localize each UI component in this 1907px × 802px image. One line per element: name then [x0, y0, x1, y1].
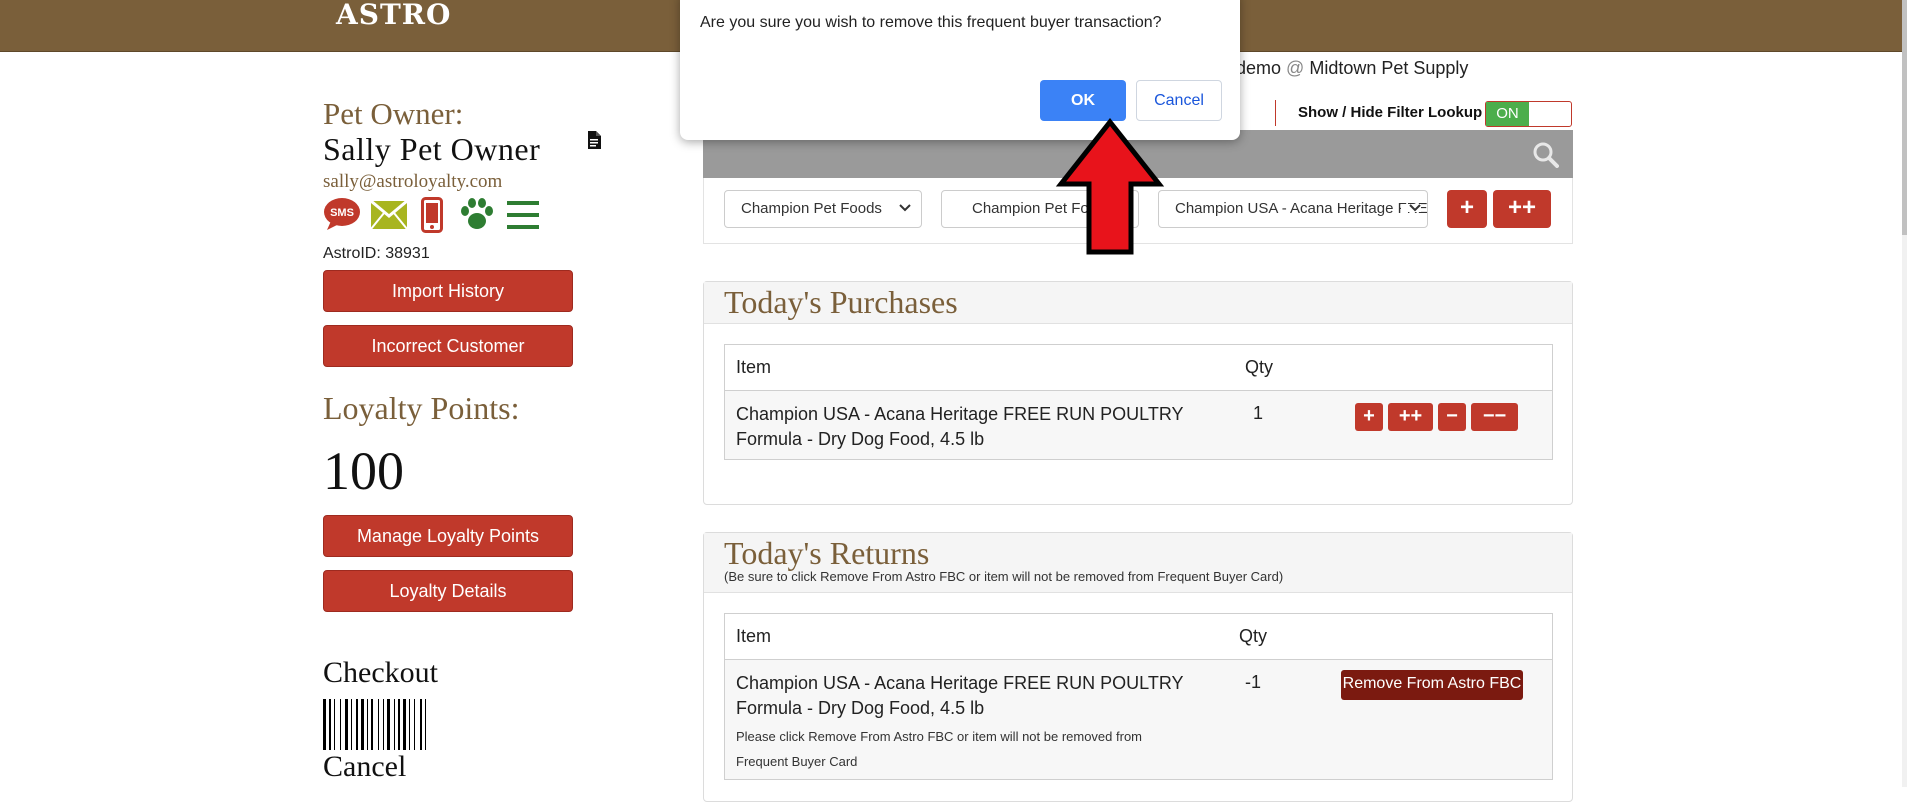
session-user: demo	[1236, 58, 1282, 78]
astro-logo[interactable]: ASTRO	[336, 0, 451, 31]
customer-name: Sally Pet Owner	[323, 131, 541, 167]
add-one-button[interactable]: +	[1447, 190, 1487, 228]
purchases-card-header: Today's Purchases	[704, 282, 1572, 324]
incorrect-customer-button[interactable]: Incorrect Customer	[323, 325, 573, 367]
purchases-title: Today's Purchases	[724, 284, 958, 320]
dialog-cancel-button[interactable]: Cancel	[1136, 80, 1222, 121]
filter-toggle-row: Show / Hide Filter Lookup ON	[1236, 100, 1572, 128]
document-icon[interactable]	[587, 131, 601, 149]
filter-toggle-label: Show / Hide Filter Lookup	[1298, 104, 1483, 121]
returns-col-qty: Qty	[1239, 626, 1268, 646]
purchases-card: Today's Purchases Item Qty Champion USA …	[703, 281, 1573, 505]
decrement-button[interactable]: −	[1438, 403, 1466, 431]
purchases-table: Item Qty Champion USA - Acana Heritage F…	[724, 344, 1553, 460]
returns-col-item: Item	[736, 626, 772, 646]
cancel-checkout-link[interactable]: Cancel	[323, 750, 406, 784]
filter-input[interactable]	[1236, 100, 1276, 126]
contact-icons: SMS	[323, 197, 553, 235]
purchase-item-name: Champion USA - Acana Heritage FREE RUN P…	[736, 404, 1184, 449]
product-select[interactable]: Champion USA - Acana Heritage FREE RUN P…	[1158, 190, 1428, 228]
mobile-phone-icon[interactable]	[421, 197, 443, 238]
paw-icon[interactable]	[459, 197, 495, 236]
annotation-arrow-icon	[1055, 118, 1165, 255]
dialog-ok-button[interactable]: OK	[1040, 80, 1126, 121]
astro-id: AstroID: 38931	[323, 245, 430, 262]
return-item-name: Champion USA - Acana Heritage FREE RUN P…	[736, 673, 1184, 718]
add-many-button[interactable]: ++	[1493, 190, 1551, 228]
manage-loyalty-points-button[interactable]: Manage Loyalty Points	[323, 515, 573, 557]
decrement-many-button[interactable]: −−	[1471, 403, 1518, 431]
customer-email[interactable]: sally@astroloyalty.com	[323, 171, 502, 193]
table-row: Champion USA - Acana Heritage FREE RUN P…	[725, 660, 1552, 779]
session-info: demo @ Midtown Pet Supply	[1236, 58, 1468, 79]
loyalty-points-heading: Loyalty Points:	[323, 390, 520, 426]
return-item-qty: -1	[1245, 672, 1262, 692]
purchase-item-qty: 1	[1253, 403, 1264, 423]
table-row: Champion USA - Acana Heritage FREE RUN P…	[725, 391, 1552, 459]
product-select-value: Champion USA - Acana Heritage FREE RUN P…	[1175, 200, 1428, 217]
scrollbar-thumb[interactable]	[1902, 0, 1907, 235]
return-item-note: Please click Remove From Astro FBC or it…	[736, 729, 1143, 769]
checkout-heading[interactable]: Checkout	[323, 656, 438, 690]
barcode-icon[interactable]	[323, 699, 521, 750]
sms-icon[interactable]: SMS	[323, 197, 361, 236]
chevron-down-icon	[1401, 204, 1421, 212]
email-icon[interactable]	[370, 199, 408, 234]
increment-many-button[interactable]: ++	[1388, 403, 1433, 431]
remove-from-astro-fbc-button[interactable]: Remove From Astro FBC	[1341, 670, 1523, 700]
pet-owner-heading: Pet Owner:	[323, 96, 464, 131]
returns-card-header: Today's Returns (Be sure to click Remove…	[704, 533, 1572, 593]
purchases-col-qty: Qty	[1245, 357, 1274, 377]
confirm-dialog-message: Are you sure you wish to remove this fre…	[700, 14, 1162, 31]
loyalty-points-value: 100	[323, 441, 404, 501]
filter-toggle[interactable]: ON	[1485, 101, 1572, 127]
brand-select-value: Champion Pet Foods	[741, 200, 882, 217]
import-history-button[interactable]: Import History	[323, 270, 573, 312]
filter-toggle-state: ON	[1486, 102, 1529, 126]
returns-title: Today's Returns	[724, 535, 930, 571]
session-store: Midtown Pet Supply	[1309, 58, 1469, 78]
loyalty-details-button[interactable]: Loyalty Details	[323, 570, 573, 612]
menu-icon[interactable]	[507, 200, 539, 235]
increment-button[interactable]: +	[1355, 403, 1383, 431]
returns-table-header: Item Qty	[725, 614, 1552, 660]
returns-card: Today's Returns (Be sure to click Remove…	[703, 532, 1573, 802]
purchases-table-header: Item Qty	[725, 345, 1552, 391]
chevron-down-icon	[899, 204, 911, 212]
returns-table: Item Qty Champion USA - Acana Heritage F…	[724, 613, 1553, 780]
search-icon[interactable]	[1533, 142, 1559, 168]
purchases-col-item: Item	[736, 357, 772, 377]
sms-icon-label: SMS	[330, 207, 354, 219]
session-at: @	[1286, 58, 1305, 78]
returns-subtitle: (Be sure to click Remove From Astro FBC …	[724, 569, 1284, 584]
page-scrollbar[interactable]	[1902, 0, 1907, 787]
brand-select[interactable]: Champion Pet Foods	[724, 190, 922, 228]
